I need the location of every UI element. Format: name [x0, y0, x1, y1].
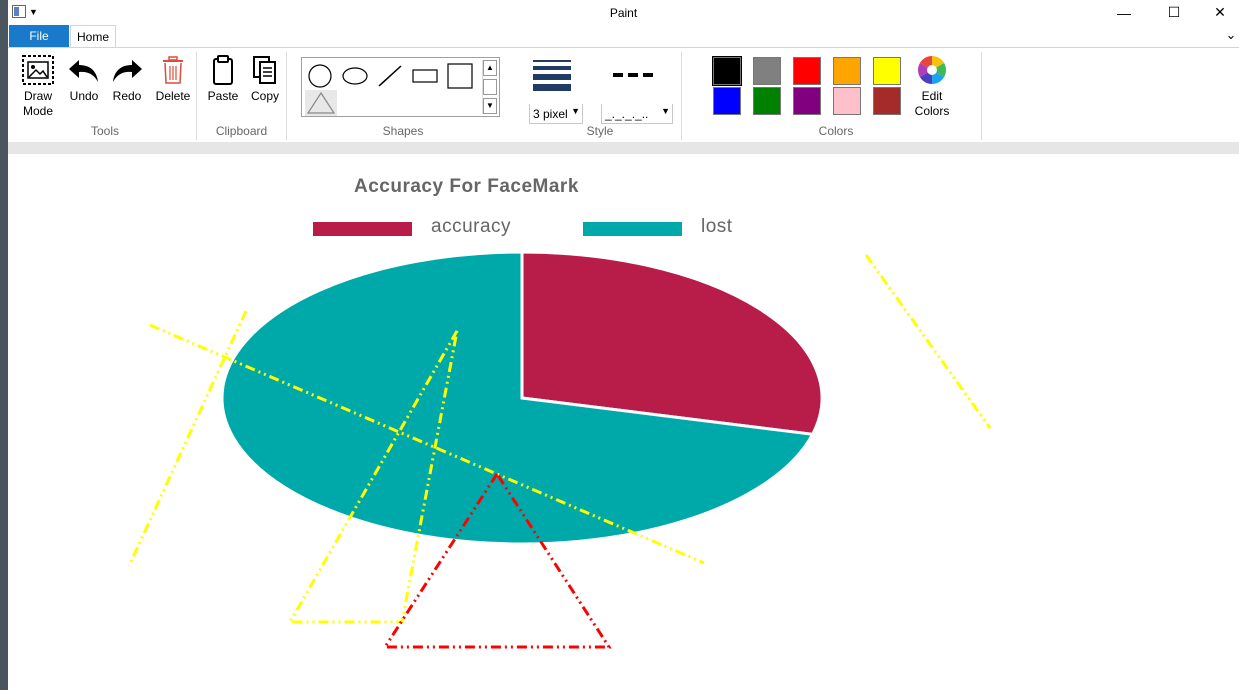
redo-button[interactable]: Redo: [109, 54, 145, 104]
delete-label: Delete: [155, 89, 191, 103]
ribbon-tabs: File Home ⌄: [8, 25, 1239, 47]
triangle-shape-icon[interactable]: [305, 90, 337, 116]
tools-group-label: Tools: [90, 124, 119, 138]
copy-label: Copy: [250, 89, 279, 103]
shapes-gallery: ▲ ▼: [301, 57, 500, 117]
chart-title: Accuracy For FaceMark: [354, 176, 579, 197]
chevron-down-icon: ▼: [571, 106, 580, 116]
redo-icon: [113, 60, 142, 82]
shapes-scrollbar[interactable]: ▲ ▼: [482, 60, 498, 114]
color-swatch[interactable]: [712, 56, 742, 86]
paste-button[interactable]: Paste: [203, 54, 243, 104]
color-swatch[interactable]: [873, 87, 901, 115]
line-shape-icon[interactable]: [376, 63, 404, 89]
close-button[interactable]: ✕: [1197, 0, 1239, 25]
style-group: 3 pixel ▼ _._._._.. ▼ Style: [519, 52, 682, 140]
redo-label: Redo: [112, 89, 142, 103]
undo-button[interactable]: Undo: [66, 54, 102, 104]
legend-swatch-accuracy: [313, 222, 412, 236]
thickness-value: 3 pixel: [533, 106, 568, 121]
paint-window: ▼ Paint — ☐ ✕ File Home ⌄ Draw Mode Undo…: [8, 0, 1239, 690]
clipboard-group: Paste Copy Clipboard: [197, 52, 287, 140]
tools-group: Draw Mode Undo Redo Delete Tools: [14, 52, 197, 140]
color-swatch[interactable]: [793, 87, 821, 115]
scroll-down-icon[interactable]: ▼: [483, 98, 497, 114]
colors-group-label: Colors: [818, 124, 854, 138]
edit-colors-button[interactable]: Edit Colors: [911, 54, 953, 119]
copy-button[interactable]: Copy: [245, 54, 285, 104]
edit-colors-label: Edit Colors: [914, 89, 950, 118]
color-swatch[interactable]: [833, 87, 861, 115]
scroll-thumb[interactable]: [483, 79, 497, 95]
circle-shape-icon[interactable]: [306, 63, 334, 89]
color-swatch[interactable]: [753, 57, 781, 85]
color-swatch[interactable]: [713, 87, 741, 115]
square-shape-icon[interactable]: [446, 63, 474, 89]
maximize-button[interactable]: ☐: [1151, 0, 1197, 25]
dash-style-dropdown[interactable]: _._._._.. ▼: [601, 104, 673, 124]
color-swatch[interactable]: [873, 57, 901, 85]
color-swatch[interactable]: [833, 57, 861, 85]
title-bar: ▼ Paint — ☐ ✕: [8, 0, 1239, 25]
dash-style-value: _._._._..: [605, 106, 649, 121]
color-swatch[interactable]: [753, 87, 781, 115]
tab-file[interactable]: File: [9, 25, 69, 47]
undo-label: Undo: [69, 89, 99, 103]
draw-mode-icon: [22, 55, 54, 85]
ribbon: Draw Mode Undo Redo Delete Tools Paste C…: [8, 47, 1239, 142]
ribbon-collapse-icon[interactable]: ⌄: [1223, 27, 1239, 45]
trash-icon: [163, 56, 183, 84]
legend-label-lost: lost: [701, 216, 733, 237]
shapes-group-label: Shapes: [382, 124, 424, 138]
colors-group: Edit Colors Colors: [691, 52, 982, 140]
draw-mode-button[interactable]: Draw Mode: [19, 54, 57, 119]
undo-icon: [69, 60, 98, 82]
legend-swatch-lost: [583, 222, 682, 236]
chevron-down-icon: ▼: [661, 106, 670, 116]
canvas-top-border: [8, 142, 1239, 154]
shapes-group: ▲ ▼ Shapes: [296, 52, 510, 140]
style-group-label: Style: [586, 124, 614, 138]
legend-label-accuracy: accuracy: [431, 216, 512, 237]
ellipse-shape-icon[interactable]: [340, 63, 370, 89]
delete-button[interactable]: Delete: [153, 54, 193, 104]
line-thickness-icon[interactable]: [531, 58, 573, 92]
scroll-up-icon[interactable]: ▲: [483, 60, 497, 76]
draw-mode-label: Draw Mode: [22, 89, 54, 118]
paste-label: Paste: [207, 89, 239, 103]
paste-icon: [213, 55, 233, 85]
color-swatch[interactable]: [793, 57, 821, 85]
window-title: Paint: [609, 6, 638, 20]
copy-icon: [253, 56, 276, 84]
thickness-dropdown[interactable]: 3 pixel ▼: [529, 104, 583, 124]
dash-style-icon[interactable]: [611, 68, 655, 82]
color-wheel-icon: [918, 56, 946, 84]
rectangle-shape-icon[interactable]: [410, 63, 440, 89]
clipboard-group-label: Clipboard: [215, 124, 268, 138]
minimize-button[interactable]: —: [1101, 0, 1147, 25]
tab-home[interactable]: Home: [70, 25, 116, 47]
